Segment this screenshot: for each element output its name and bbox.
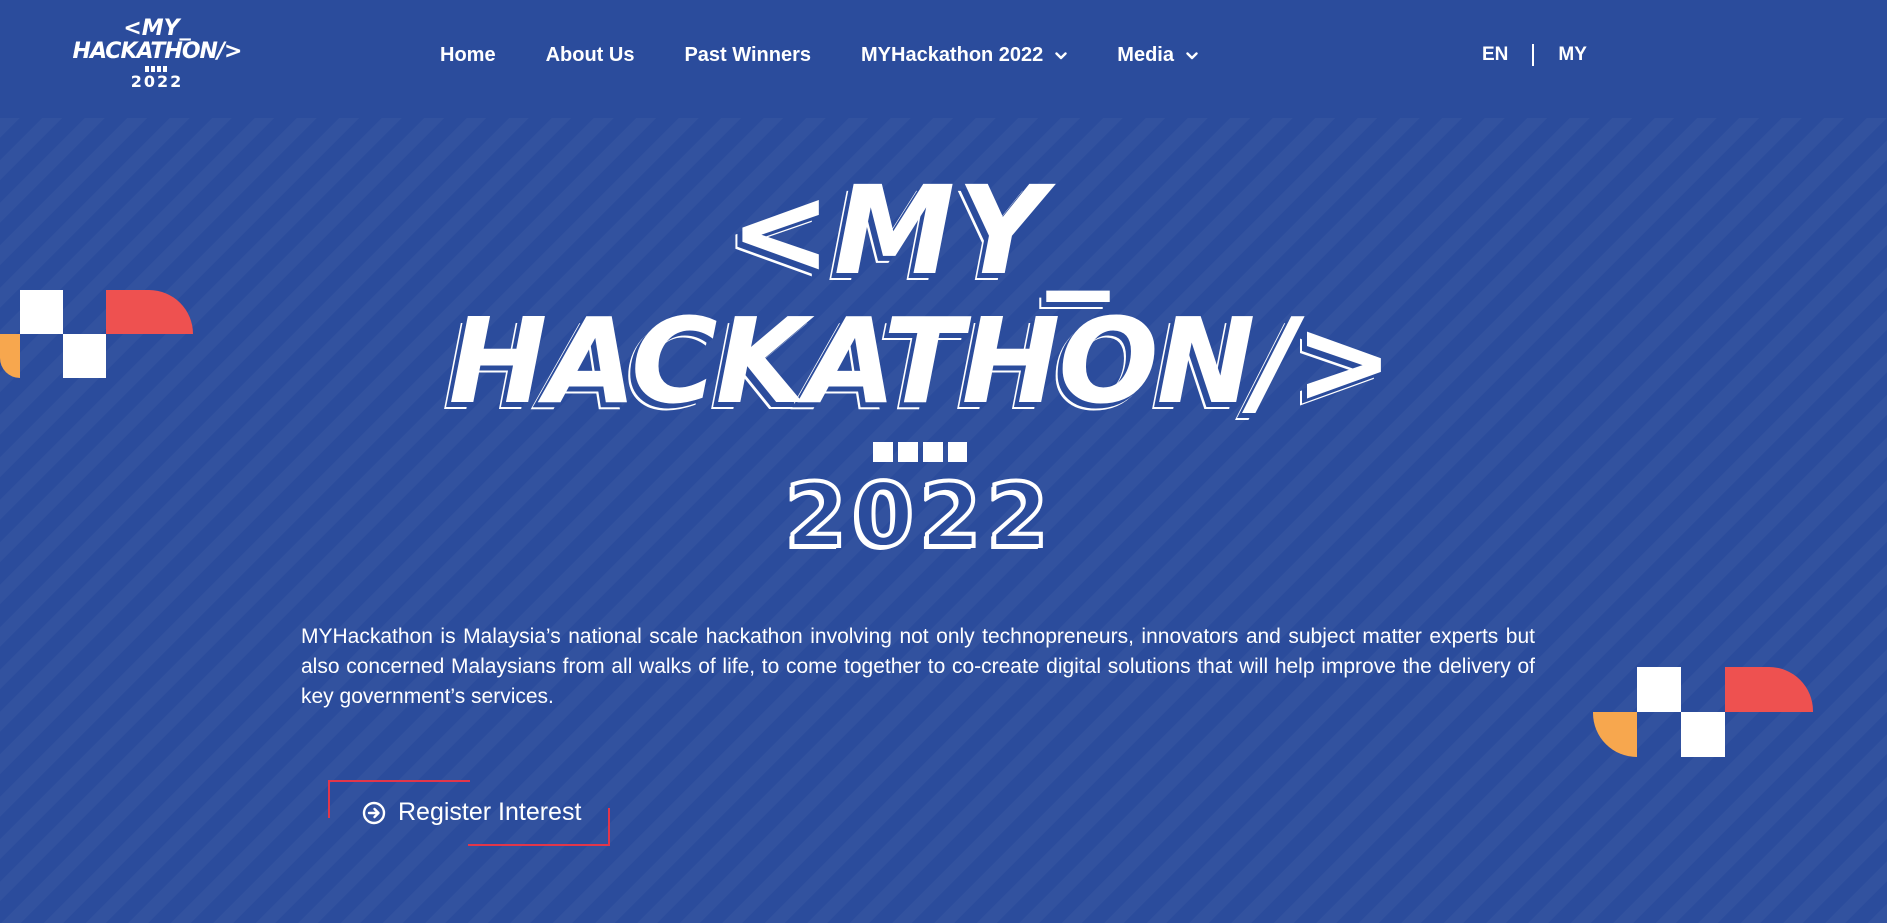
decorative-checker-right bbox=[1593, 667, 1813, 757]
language-my[interactable]: MY bbox=[1558, 44, 1587, 66]
nav-item-label: Home bbox=[440, 44, 496, 66]
arrow-right-circle-icon bbox=[362, 801, 386, 824]
hero-description: MYHackathon is Malaysia’s national scale… bbox=[301, 625, 1535, 708]
hero-title-year: 2022 bbox=[784, 464, 1055, 567]
nav-item-past-winners[interactable]: Past Winners bbox=[684, 44, 811, 67]
language-divider bbox=[1532, 44, 1535, 66]
nav-item-label: Media bbox=[1117, 44, 1174, 66]
logo-year: 2022 bbox=[130, 72, 184, 91]
language-switcher: EN MY bbox=[1482, 44, 1587, 66]
logo-line-2: HACKATHON/> bbox=[72, 39, 243, 64]
nav-item-about-us[interactable]: About Us bbox=[546, 44, 635, 67]
site-header: <MY_ HACKATHON/> 2022 Home About Us Past… bbox=[0, 0, 1887, 118]
chevron-down-icon bbox=[1186, 51, 1198, 59]
hero-title-line-2: HACKATHON/> bbox=[448, 292, 1394, 430]
main-nav: Home About Us Past Winners MYHackathon 2… bbox=[440, 44, 1198, 67]
chevron-down-icon bbox=[1055, 51, 1067, 59]
nav-item-label: MYHackathon 2022 bbox=[861, 44, 1044, 66]
register-interest-button[interactable]: Register Interest bbox=[328, 780, 610, 846]
nav-item-label: Past Winners bbox=[684, 44, 811, 66]
nav-item-home[interactable]: Home bbox=[440, 44, 496, 67]
nav-item-label: About Us bbox=[545, 44, 635, 66]
logo-line-1: <MY_ bbox=[123, 16, 191, 41]
decorative-checker-left bbox=[0, 290, 193, 378]
hero-title-dots bbox=[873, 442, 967, 462]
register-interest-content: Register Interest bbox=[362, 798, 581, 827]
site-logo[interactable]: <MY_ HACKATHON/> 2022 bbox=[64, 18, 250, 92]
nav-item-myhackathon-2022[interactable]: MYHackathon 2022 bbox=[861, 44, 1067, 67]
hero-title-line-1: <MY_ bbox=[729, 160, 1111, 302]
hero-title: <MY_ HACKATHON/> 2022 bbox=[360, 160, 1480, 567]
nav-item-media[interactable]: Media bbox=[1117, 44, 1198, 67]
language-en[interactable]: EN bbox=[1482, 44, 1508, 66]
register-interest-label: Register Interest bbox=[398, 798, 582, 826]
